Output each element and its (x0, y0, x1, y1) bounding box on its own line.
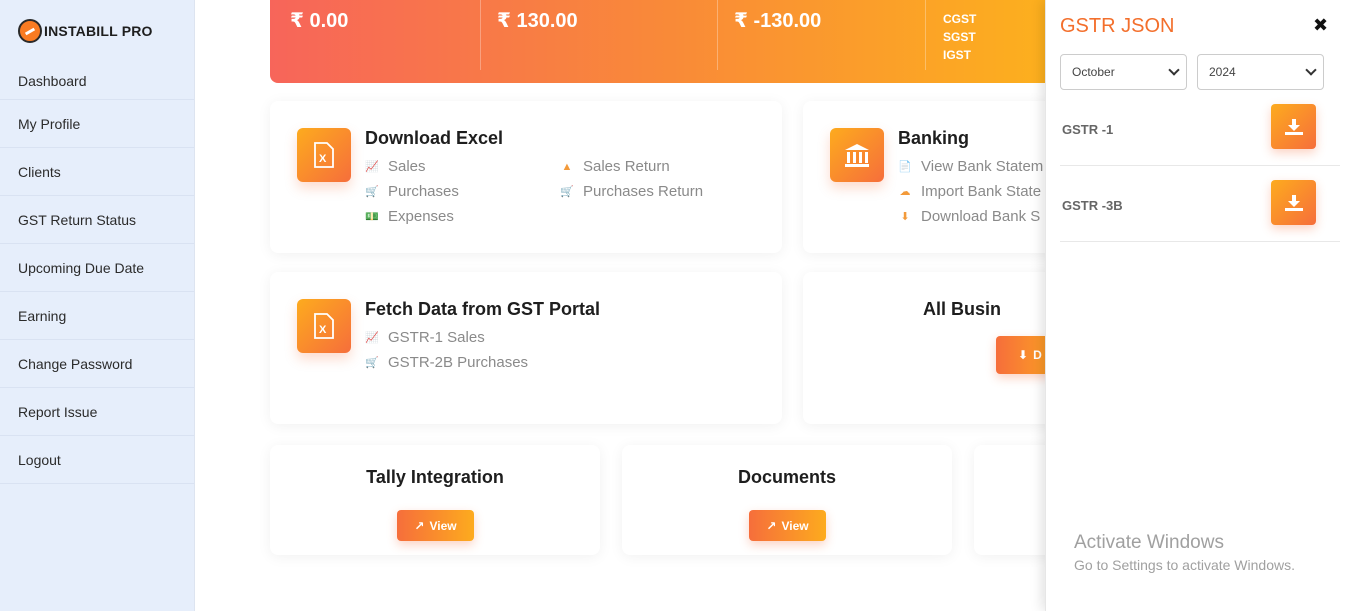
sales-return-link[interactable]: ▲ Sales Return (560, 158, 670, 175)
gstr-row: GSTR -3B (1060, 166, 1340, 242)
download-icon: ⬇ (1018, 348, 1029, 362)
tax-labels: CGST SGST IGST (943, 10, 976, 64)
area-chart-icon: ▲ (561, 160, 573, 173)
fetch-data-card: X Fetch Data from GST Portal 📈 GSTR-1 Sal… (270, 272, 782, 424)
card-title: Download Excel (365, 128, 504, 148)
view-button[interactable]: ↗ View (749, 510, 826, 541)
external-link-icon: ↗ (414, 518, 425, 533)
money-icon: 💵 (365, 211, 379, 223)
brand-name: INSTABILL PRO (44, 23, 153, 39)
sidebar-item-report-issue[interactable]: Report Issue (0, 388, 194, 436)
gstr1-label: GSTR -1 (1062, 122, 1114, 137)
download-icon (1284, 194, 1303, 211)
gstr-json-panel: GSTR JSON ✖ October 2024 GSTR -1 GSTR -3… (1045, 0, 1353, 611)
sidebar-item-upcoming-due-date[interactable]: Upcoming Due Date (0, 244, 194, 292)
download-icon (1284, 118, 1303, 135)
card-title: Documents (737, 467, 836, 487)
cart-icon: 🛒 (560, 186, 574, 198)
purchases-return-link[interactable]: 🛒 Purchases Return (560, 183, 703, 200)
sidebar: INSTABILL PRO Dashboard My Profile Clien… (0, 0, 195, 611)
close-icon[interactable]: ✖ (1313, 15, 1328, 36)
all-business-card: All Busin ⬇ D (803, 272, 1066, 424)
year-select[interactable]: 2024 (1197, 54, 1324, 90)
sidebar-item-my-profile[interactable]: My Profile (0, 100, 194, 148)
svg-text:X: X (319, 153, 327, 165)
sidebar-item-clients[interactable]: Clients (0, 148, 194, 196)
activate-windows-watermark: Activate Windows Go to Settings to activ… (1074, 532, 1295, 573)
sales-link[interactable]: 📈 Sales (365, 158, 425, 175)
sidebar-nav: Dashboard My Profile Clients GST Return … (0, 62, 194, 484)
card-title: Banking (898, 128, 970, 148)
cloud-upload-icon: ☁ (899, 186, 911, 198)
panel-title: GSTR JSON (1060, 15, 1175, 37)
tally-integration-card: Tally Integration ↗ View (270, 445, 600, 555)
sgst-label: SGST (943, 30, 976, 44)
chevron-down-icon (1168, 64, 1180, 76)
divider (925, 0, 926, 70)
line-chart-icon: 📈 (365, 332, 379, 344)
line-chart-icon: 📈 (365, 161, 379, 173)
import-bank-statement-link[interactable]: ☁ Import Bank State (898, 183, 1042, 200)
sidebar-item-logout[interactable]: Logout (0, 436, 194, 484)
purchases-link[interactable]: 🛒 Purchases (365, 183, 459, 200)
month-select[interactable]: October (1060, 54, 1187, 90)
stat-value-2: ₹ 130.00 (497, 10, 578, 32)
download-bank-statement-link[interactable]: ⬇ Download Bank S (898, 208, 1040, 225)
stat-value-3: ₹ -130.00 (734, 10, 822, 32)
view-bank-statement-link[interactable]: 📄 View Bank Statem (898, 158, 1043, 175)
external-link-icon: ↗ (766, 518, 777, 533)
card-title: Fetch Data from GST Portal (365, 299, 601, 319)
gstr3b-download-button[interactable] (1271, 180, 1316, 225)
sidebar-item-gst-return-status[interactable]: GST Return Status (0, 196, 194, 244)
logo-icon (18, 19, 42, 43)
divider (717, 0, 718, 70)
gstr3b-label: GSTR -3B (1062, 198, 1123, 213)
divider (480, 0, 481, 70)
cart-icon: 🛒 (365, 186, 379, 198)
sidebar-item-dashboard[interactable]: Dashboard (0, 62, 194, 100)
expenses-link[interactable]: 💵 Expenses (365, 208, 454, 225)
view-button[interactable]: ↗ View (397, 510, 474, 541)
documents-card: Documents ↗ View (622, 445, 952, 555)
chevron-down-icon (1305, 64, 1317, 76)
cgst-label: CGST (943, 12, 977, 26)
sidebar-item-change-password[interactable]: Change Password (0, 340, 194, 388)
card-title: All Busin (923, 299, 1002, 319)
gstr1-sales-link[interactable]: 📈 GSTR-1 Sales (365, 329, 485, 346)
igst-label: IGST (943, 48, 972, 62)
excel-file-icon: X (297, 299, 351, 353)
gstr2b-purchases-link[interactable]: 🛒 GSTR-2B Purchases (365, 354, 528, 371)
stat-value-1: ₹ 0.00 (290, 10, 349, 32)
logo[interactable]: INSTABILL PRO (0, 0, 194, 62)
document-icon: 📄 (898, 161, 912, 173)
card-title: Tally Integration (366, 467, 504, 487)
svg-text:X: X (319, 324, 327, 336)
cart-icon: 🛒 (365, 357, 379, 369)
gstr-row: GSTR -1 (1060, 90, 1340, 166)
download-icon: ⬇ (900, 211, 910, 223)
stats-banner: ₹ 0.00 ₹ 130.00 ₹ -130.00 CGST SGST IGST (270, 0, 1070, 83)
sidebar-item-earning[interactable]: Earning (0, 292, 194, 340)
download-excel-card: X Download Excel 📈 Sales 🛒 Purchases 💵 Expe… (270, 101, 782, 253)
banking-card: Banking 📄 View Bank Statem ☁ Import Bank S… (803, 101, 1063, 253)
bank-icon (830, 128, 884, 182)
excel-file-icon: X (297, 128, 351, 182)
gstr1-download-button[interactable] (1271, 104, 1316, 149)
